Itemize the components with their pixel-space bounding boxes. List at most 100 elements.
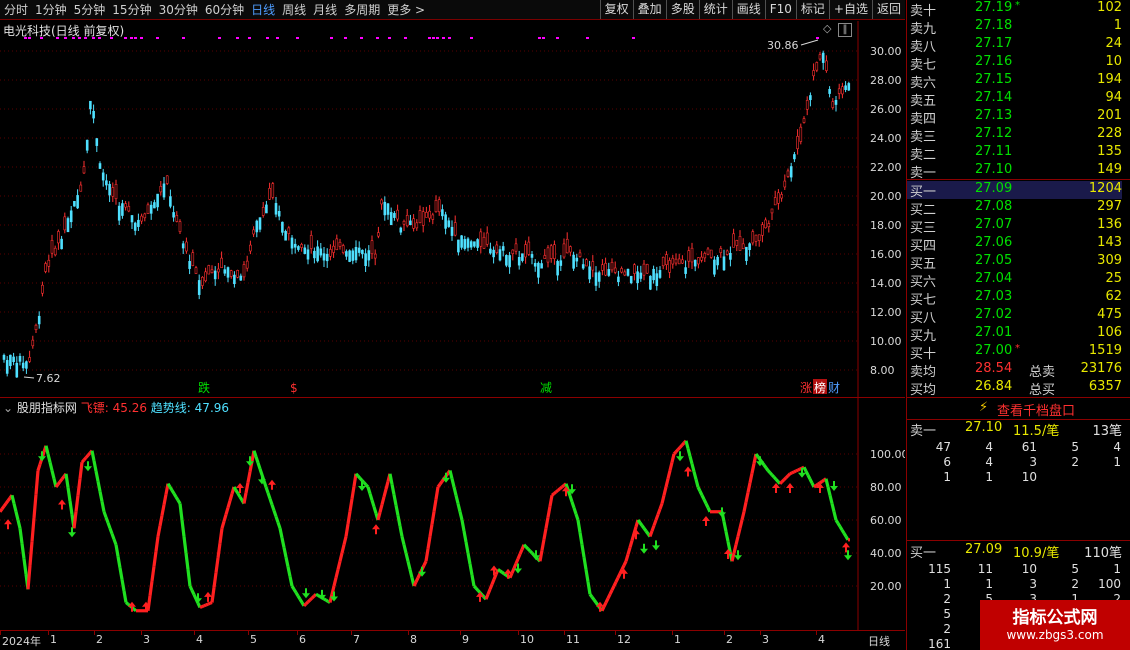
indicator-segment xyxy=(252,450,258,458)
sell-level-2[interactable]: 卖二 27.11 135 xyxy=(907,144,1122,163)
kline-panel[interactable]: 电光科技(日线 前复权) ‖ ◇ 30.00 28.00 26.00 24.00 22.… xyxy=(0,21,905,397)
level-label: 买九 xyxy=(910,329,937,344)
period-tab-6[interactable]: 日线 xyxy=(251,2,275,18)
candle-body xyxy=(805,100,809,110)
period-tab-3[interactable]: 15分钟 xyxy=(112,2,151,18)
indicator-segment xyxy=(370,499,376,508)
tool-button-4[interactable]: 画线 xyxy=(731,0,765,19)
buy-level-1[interactable]: 买一 27.09 1204 xyxy=(907,181,1122,200)
sell-level-1[interactable]: 卖一 27.10 149 xyxy=(907,162,1122,181)
period-tab-10[interactable]: 更多 > xyxy=(387,2,425,18)
candle-body xyxy=(95,138,99,146)
sell-level-9[interactable]: 卖九 27.18 1 xyxy=(907,18,1122,37)
candle-body xyxy=(751,231,755,244)
period-tab-7[interactable]: 周线 xyxy=(282,2,306,18)
indicator-segment xyxy=(276,521,282,529)
price-tick-label: 10.00 xyxy=(870,335,902,348)
candle-body xyxy=(82,166,86,174)
candle-body xyxy=(665,254,668,266)
candle-body xyxy=(437,199,441,213)
buy-level-7[interactable]: 买七 27.03 62 xyxy=(907,289,1122,308)
candle-body xyxy=(649,275,652,290)
indicator-segment xyxy=(366,486,372,495)
indicator-segment xyxy=(488,583,494,590)
sell-level-7[interactable]: 卖七 27.16 10 xyxy=(907,54,1122,73)
candle-body xyxy=(393,213,396,218)
candle-body xyxy=(585,259,588,267)
indicator-segment xyxy=(246,471,252,483)
period-tab-0[interactable]: 分时 xyxy=(4,2,28,18)
buy-level-3[interactable]: 买三 27.07 136 xyxy=(907,217,1122,236)
candle-body xyxy=(265,204,268,214)
tool-button-0[interactable]: 复权 xyxy=(599,0,633,19)
indicator-segment xyxy=(378,504,384,513)
candle-body xyxy=(316,246,319,262)
period-tab-4[interactable]: 30分钟 xyxy=(159,2,198,18)
candle-body xyxy=(809,95,812,101)
sell-level-5[interactable]: 卖五 27.14 94 xyxy=(907,90,1122,109)
candle-body xyxy=(677,258,681,265)
candle-body xyxy=(450,226,454,236)
period-tab-2[interactable]: 5分钟 xyxy=(74,2,106,18)
candle-body xyxy=(28,357,31,362)
indicator-segment xyxy=(426,536,432,550)
period-tab-5[interactable]: 60分钟 xyxy=(205,2,244,18)
tool-button-5[interactable]: F10 xyxy=(764,0,796,19)
detail-cell: 61 xyxy=(1021,440,1037,454)
indicator-segment xyxy=(10,494,16,504)
indicator-segment xyxy=(626,547,632,555)
buy-level-2[interactable]: 买二 27.08 297 xyxy=(907,199,1122,218)
event-tick xyxy=(432,37,435,39)
period-tab-8[interactable]: 月线 xyxy=(313,2,337,18)
candle-body xyxy=(828,89,831,94)
sell-level-6[interactable]: 卖六 27.15 194 xyxy=(907,72,1122,91)
buy-level-5[interactable]: 买五 27.05 309 xyxy=(907,253,1122,272)
tool-button-6[interactable]: 标记 xyxy=(795,0,829,19)
candle-body xyxy=(505,255,508,266)
event-marker-4: 榜 xyxy=(814,380,826,395)
indicator-segment xyxy=(614,577,620,583)
candle-body xyxy=(50,240,54,254)
indicator-segment xyxy=(698,490,704,496)
indicator-segment xyxy=(658,502,664,510)
indicator-segment xyxy=(20,543,26,559)
indicator-segment xyxy=(2,502,8,508)
event-tick xyxy=(24,37,27,39)
buy-level-8[interactable]: 买八 27.02 475 xyxy=(907,307,1122,326)
buy-level-10[interactable]: 买十 27.00 1519 * xyxy=(907,343,1122,362)
candle-body xyxy=(226,267,230,278)
buy-level-9[interactable]: 买九 27.01 106 xyxy=(907,325,1122,344)
buy-level-6[interactable]: 买六 27.04 25 xyxy=(907,271,1122,290)
indicator-segment xyxy=(791,470,795,475)
tool-button-8[interactable]: 返回 xyxy=(871,0,905,19)
tool-button-1[interactable]: 叠加 xyxy=(632,0,666,19)
sell-level-8[interactable]: 卖八 27.17 24 xyxy=(907,36,1122,55)
buy-level-4[interactable]: 买四 27.06 143 xyxy=(907,235,1122,254)
candle-body xyxy=(105,180,108,186)
period-tab-1[interactable]: 1分钟 xyxy=(35,2,67,18)
tool-button-3[interactable]: 统计 xyxy=(698,0,732,19)
candle-body xyxy=(25,361,28,369)
indicator-segment xyxy=(466,552,472,565)
sell-level-10[interactable]: 卖十 27.19 102 * xyxy=(907,0,1122,19)
indicator-segment xyxy=(576,519,582,533)
indicator-segment xyxy=(116,556,122,569)
sell-level-4[interactable]: 卖四 27.13 201 xyxy=(907,108,1122,127)
period-tab-9[interactable]: 多周期 xyxy=(344,2,380,18)
event-tick xyxy=(266,37,269,39)
candle-body xyxy=(425,212,428,218)
indicator-segment xyxy=(201,604,205,609)
candle-body xyxy=(796,136,799,150)
indicator-panel[interactable]: ⌄ 股朋指标网 飞镖: 45.26 趋势线: 47.96 100.00 80.00… xyxy=(0,397,905,631)
sell-level-3[interactable]: 卖三 27.12 228 xyxy=(907,126,1122,145)
level-label: 卖十 xyxy=(910,4,937,19)
price-tick-label: 12.00 xyxy=(870,306,902,319)
tool-button-2[interactable]: 多股 xyxy=(665,0,699,19)
level-volume: 228 xyxy=(1097,126,1122,141)
candle-body xyxy=(444,214,447,229)
axis-label: 8 xyxy=(410,633,417,646)
indicator-segment xyxy=(832,511,838,521)
tool-button-7[interactable]: +自选 xyxy=(828,0,872,19)
candle-body xyxy=(402,220,406,225)
view-depth-button[interactable]: 查看千档盘口 xyxy=(997,400,1075,419)
